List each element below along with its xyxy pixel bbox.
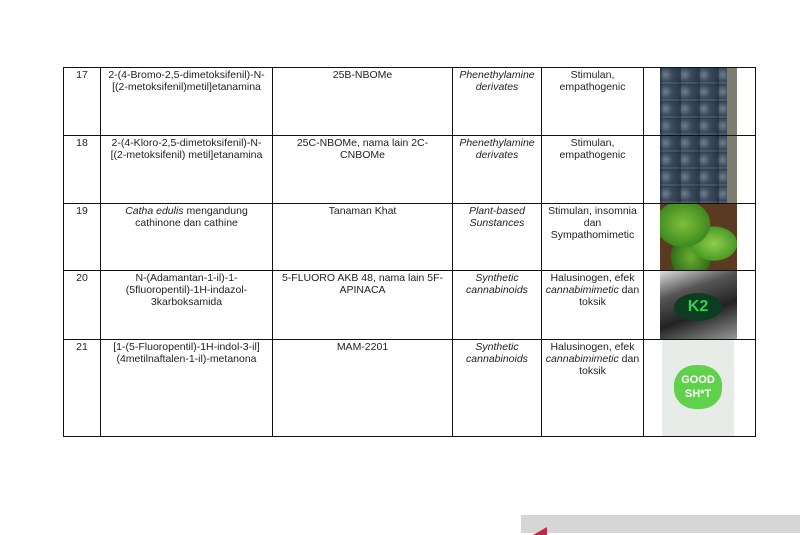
common-name: MAM-2201 — [272, 339, 453, 437]
row-number: 17 — [63, 67, 101, 136]
blister-pack-photo — [660, 68, 737, 135]
common-name: 25B-NBOMe — [272, 67, 453, 136]
chemical-name: 2-(4-Bromo-2,5-dimetoksifenil)-N-[(2-met… — [100, 67, 273, 136]
table-row: 20 N-(Adamantan-1-il)-1-(5fluoropentil)-… — [63, 270, 756, 340]
row-number: 19 — [63, 203, 101, 271]
blister-pack-photo — [660, 136, 737, 203]
effect: Stimulan, insomnia dan Sympathomimetic — [541, 203, 644, 271]
effect: Halusinogen, efek cannabimimetic dan tok… — [541, 339, 644, 437]
drug-table: 17 2-(4-Bromo-2,5-dimetoksifenil)-N-[(2-… — [63, 67, 756, 437]
group: Phenethylamine derivates — [452, 67, 542, 136]
common-name: 25C-NBOMe, nama lain 2C-CNBOMe — [272, 135, 453, 204]
effect: Stimulan, empathogenic — [541, 67, 644, 136]
good-shit-pack-photo: GOOD SH*T — [662, 340, 734, 436]
row-number: 21 — [63, 339, 101, 437]
common-name: Tanaman Khat — [272, 203, 453, 271]
table-row: 21 [1-(5-Fluoropentil)-1H-indol-3-il](4m… — [63, 339, 756, 437]
k2-bag-photo: K2 — [660, 271, 737, 339]
khat-leaves-photo — [660, 204, 737, 270]
common-name: 5-FLUORO AKB 48, nama lain 5F-APINACA — [272, 270, 453, 340]
chemical-name: 2-(4-Kloro-2,5-dimetoksifenil)-N-[(2-met… — [100, 135, 273, 204]
table-row: 18 2-(4-Kloro-2,5-dimetoksifenil)-N-[(2-… — [63, 135, 756, 204]
group: Synthetic cannabinoids — [452, 339, 542, 437]
group: Plant-based Sunstances — [452, 203, 542, 271]
row-number: 20 — [63, 270, 101, 340]
chemical-name: N-(Adamantan-1-il)-1-(5fluoropentil)-1H-… — [100, 270, 273, 340]
table-row: 17 2-(4-Bromo-2,5-dimetoksifenil)-N-[(2-… — [63, 67, 756, 136]
table-row: 19 Catha edulis mengandung cathinone dan… — [63, 203, 756, 271]
effect: Stimulan, empathogenic — [541, 135, 644, 204]
chemical-name: [1-(5-Fluoropentil)-1H-indol-3-il](4meti… — [100, 339, 273, 437]
effect: Halusinogen, efek cannabimimetic dan tok… — [541, 270, 644, 340]
row-number: 18 — [63, 135, 101, 204]
group: Synthetic cannabinoids — [452, 270, 542, 340]
group: Phenethylamine derivates — [452, 135, 542, 204]
antaranews-watermark-logo — [521, 515, 800, 535]
chemical-name: Catha edulis mengandung cathinone dan ca… — [100, 203, 273, 271]
